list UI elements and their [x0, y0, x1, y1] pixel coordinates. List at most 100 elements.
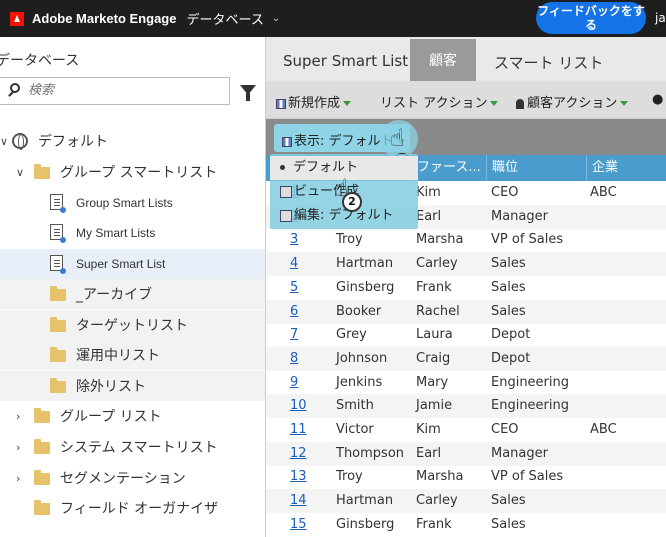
adobe-logo-icon [10, 11, 24, 26]
table-cell: Jenkins [336, 374, 383, 390]
row-number-link[interactable]: 10 [290, 398, 307, 413]
dropdown-arrow-icon [490, 101, 499, 106]
table-cell: Earl [416, 208, 442, 224]
tab-smart-list[interactable]: スマート リスト [494, 52, 603, 73]
table-cell: Sales [491, 256, 526, 272]
more-actions-icon[interactable]: ● [652, 92, 663, 107]
view-bar: 表示: デフォルト [266, 119, 666, 155]
menu-item-label: 編集: デフォルト [294, 208, 394, 223]
tree-item-group-smart-lists[interactable]: ∨ グループ スマートリスト [0, 157, 265, 187]
table-cell: VP of Sales [491, 232, 564, 248]
chevron-right-icon[interactable]: › [16, 441, 20, 454]
step-badge-2: 2 [342, 192, 362, 212]
search-icon [10, 83, 20, 93]
table-cell: Depot [491, 327, 531, 343]
tree-item-my-smart-lists[interactable]: My Smart Lists [0, 218, 265, 248]
tree-item-segmentation[interactable]: › セグメンテーション [0, 463, 265, 493]
tree-item-label: _アーカイブ [76, 287, 153, 303]
chevron-right-icon[interactable]: › [16, 410, 20, 423]
tree-item-archive[interactable]: _アーカイブ [0, 279, 265, 309]
row-number-link[interactable]: 8 [290, 351, 298, 366]
column-header-first-name[interactable]: ファース... [411, 155, 486, 181]
chevron-down-icon[interactable]: ∨ [16, 166, 24, 179]
filter-icon[interactable] [240, 85, 256, 101]
table-row[interactable]: 15 Ginsberg Frank Sales [266, 513, 666, 537]
table-row[interactable]: 14 Hartman Carley Sales [266, 489, 666, 514]
new-menu-label: 新規作成 [288, 96, 341, 111]
table-row[interactable]: 9 Jenkins Mary Engineering [266, 371, 666, 395]
folder-icon [34, 500, 50, 515]
tree-item-group-lists[interactable]: › グループ リスト [0, 401, 265, 431]
table-row[interactable]: 5 Ginsberg Frank Sales [266, 276, 666, 300]
chevron-down-icon[interactable]: ⌄ [272, 13, 280, 24]
table-cell: Rachel [416, 303, 460, 319]
table-row[interactable]: 12 Thompson Earl Manager [266, 441, 666, 466]
table-cell: ABC [590, 422, 617, 437]
table-cell: Thompson [336, 445, 405, 461]
row-number-link[interactable]: 7 [290, 327, 298, 342]
tree-item-default[interactable]: ∨ デフォルト [0, 126, 265, 156]
search-box[interactable] [0, 77, 230, 105]
folder-icon [34, 408, 50, 423]
table-cell: Frank [416, 516, 452, 532]
smart-list-icon [50, 224, 66, 243]
table-cell: Troy [336, 232, 363, 248]
row-number-link[interactable]: 12 [290, 446, 307, 461]
tree-item-label: Super Smart List [76, 257, 166, 271]
row-number-link[interactable]: 4 [290, 256, 298, 271]
column-header-company[interactable]: 企業 [586, 155, 666, 181]
feedback-button[interactable]: フィードバックをする [536, 2, 646, 34]
table-cell: Marsha [416, 232, 464, 248]
row-number-link[interactable]: 3 [290, 232, 298, 247]
table-cell: Engineering [491, 374, 569, 390]
row-number-link[interactable]: 6 [290, 304, 298, 319]
main-panel: Super Smart List 顧客 スマート リスト 新規作成 リスト アク… [266, 37, 666, 537]
smart-list-icon [50, 255, 66, 274]
section-switcher[interactable]: データベース [186, 9, 263, 28]
list-actions-menu[interactable]: リスト アクション [380, 92, 499, 111]
chevron-down-icon[interactable]: ∨ [0, 135, 8, 148]
dropdown-arrow-icon [343, 101, 352, 106]
new-menu[interactable]: 新規作成 [276, 92, 352, 111]
row-number-link[interactable]: 9 [290, 375, 298, 390]
person-actions-menu[interactable]: 顧客アクション [516, 92, 629, 111]
tab-people[interactable]: 顧客 [410, 39, 476, 81]
column-header-title[interactable]: 職位 [486, 155, 586, 181]
view-selector-label: 表示: デフォルト [294, 134, 394, 149]
table-row[interactable]: 8 Johnson Craig Depot [266, 346, 666, 371]
tree-item-label: グループ スマートリスト [60, 165, 218, 181]
tree-item-exclusion-list[interactable]: 除外リスト [0, 371, 265, 401]
tree-item-operational-list[interactable]: 運用中リスト [0, 340, 265, 370]
sidebar: データベース ∨ デフォルト ∨ グループ スマートリスト Group Smar… [0, 37, 266, 537]
tree-item-group-smart-lists-list[interactable]: Group Smart Lists [0, 188, 265, 218]
table-row[interactable]: 10 Smith Jamie Engineering [266, 394, 666, 419]
table-row[interactable]: 4 Hartman Carley Sales [266, 252, 666, 277]
row-number-link[interactable]: 15 [290, 517, 307, 532]
folder-icon [50, 378, 66, 393]
folder-icon [50, 317, 66, 332]
row-number-link[interactable]: 14 [290, 493, 307, 508]
tab-bar: Super Smart List 顧客 スマート リスト [266, 37, 666, 81]
row-number-link[interactable]: 13 [290, 469, 307, 484]
table-cell: VP of Sales [491, 469, 564, 485]
table-cell: Mary [416, 374, 449, 390]
table-cell: Marsha [416, 469, 464, 485]
tree-item-super-smart-list[interactable]: Super Smart List [0, 249, 265, 279]
chevron-right-icon[interactable]: › [16, 472, 20, 485]
search-input[interactable] [28, 83, 218, 98]
app-name: Adobe Marketo Engage [32, 11, 177, 26]
table-row[interactable]: 13 Troy Marsha VP of Sales [266, 465, 666, 489]
table-row[interactable]: 11 Victor Kim CEO ABC [266, 418, 666, 442]
tab-super-smart-list[interactable]: Super Smart List [283, 52, 408, 70]
tree-item-system-smart-lists[interactable]: › システム スマートリスト [0, 432, 265, 462]
row-number-link[interactable]: 5 [290, 280, 298, 295]
user-menu[interactable]: ja [655, 11, 666, 25]
table-row[interactable]: 7 Grey Laura Depot [266, 323, 666, 347]
tree-item-field-organizer[interactable]: フィールド オーガナイザ [0, 493, 265, 523]
tree-item-target-list[interactable]: ターゲットリスト [0, 310, 265, 340]
table-cell: Sales [491, 303, 526, 319]
tree-item-label: グループ リスト [60, 409, 162, 425]
table-row[interactable]: 3 Troy Marsha VP of Sales [266, 228, 666, 252]
table-row[interactable]: 6 Booker Rachel Sales [266, 299, 666, 324]
row-number-link[interactable]: 11 [290, 422, 307, 437]
